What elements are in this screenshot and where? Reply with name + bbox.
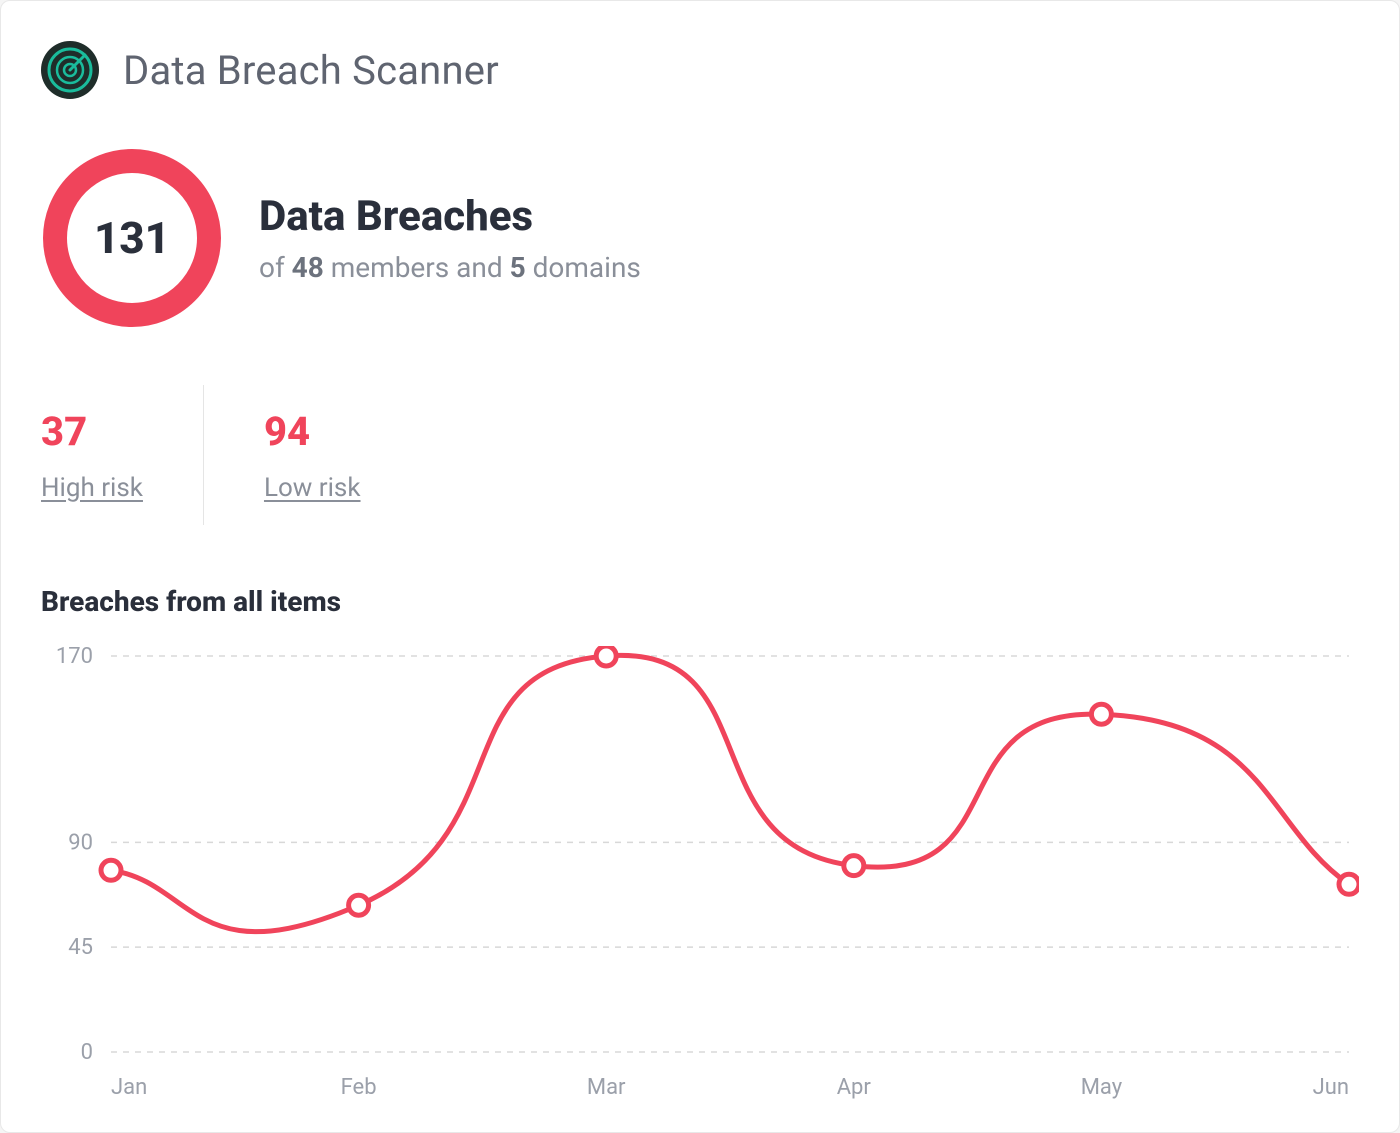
summary-members-count: 48: [292, 251, 324, 284]
total-breaches-ring: 131: [41, 147, 223, 329]
chart-title: Breaches from all items: [41, 585, 1359, 618]
chart-xtick: Apr: [837, 1075, 872, 1100]
summary-subtitle-suffix: domains: [526, 251, 641, 284]
breach-scanner-card: Data Breach Scanner 131 Data Breaches of…: [0, 0, 1400, 1133]
chart-ytick: 90: [68, 830, 93, 855]
summary-subtitle-prefix: of: [259, 251, 292, 284]
breaches-line-chart: 170 90 45 0 Jan Feb Mar Apr May Jun: [41, 646, 1359, 1102]
chart-data-point: [101, 860, 121, 880]
risk-high-link[interactable]: High risk: [41, 473, 143, 503]
chart-xtick: Jun: [1313, 1075, 1349, 1100]
chart-ytick: 170: [56, 646, 93, 669]
summary-text: Data Breaches of 48 members and 5 domain…: [259, 192, 641, 284]
chart-data-point: [1339, 874, 1359, 894]
summary-domains-count: 5: [510, 251, 526, 284]
chart-xtick: May: [1081, 1075, 1123, 1100]
summary-title: Data Breaches: [259, 192, 641, 241]
risk-high-value: 37: [41, 408, 143, 455]
chart-series-line: [111, 655, 1349, 931]
card-header: Data Breach Scanner: [41, 41, 1359, 99]
risk-low-value: 94: [264, 408, 361, 455]
chart-xtick: Feb: [341, 1075, 377, 1100]
chart-data-point: [596, 646, 616, 666]
risk-low-col: 94 Low risk: [203, 385, 421, 525]
chart-data-point: [1091, 704, 1111, 724]
summary-block: 131 Data Breaches of 48 members and 5 do…: [41, 147, 1359, 329]
chart-data-point: [349, 895, 369, 915]
summary-subtitle: of 48 members and 5 domains: [259, 251, 641, 284]
chart-xtick: Jan: [111, 1075, 147, 1100]
chart-xtick: Mar: [587, 1075, 626, 1100]
chart-data-point: [844, 856, 864, 876]
risk-low-link[interactable]: Low risk: [264, 473, 361, 503]
radar-icon: [41, 41, 99, 99]
chart-ytick: 45: [68, 935, 93, 960]
risk-row: 37 High risk 94 Low risk: [41, 385, 1359, 525]
total-breaches-value: 131: [41, 147, 223, 329]
chart-ytick: 0: [81, 1040, 93, 1065]
card-title: Data Breach Scanner: [123, 47, 499, 94]
summary-subtitle-mid: members and: [324, 251, 510, 284]
risk-high-col: 37 High risk: [41, 385, 203, 525]
